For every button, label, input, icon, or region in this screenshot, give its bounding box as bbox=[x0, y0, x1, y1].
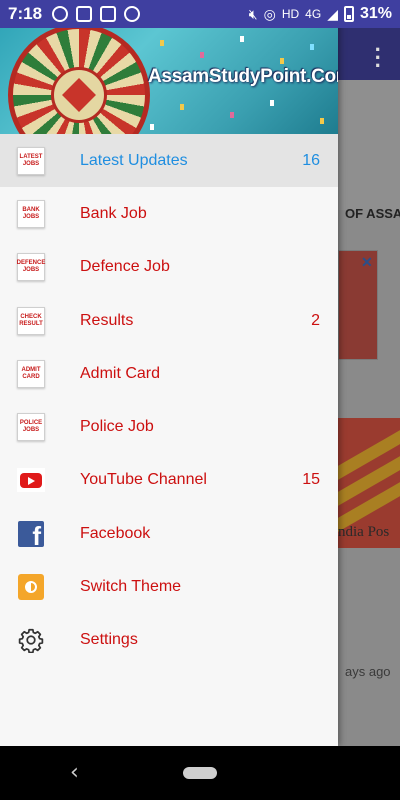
emblem-image bbox=[338, 80, 400, 210]
ad-close-icon[interactable]: ✕ bbox=[361, 254, 373, 271]
menu-item-label: Latest Updates bbox=[80, 151, 188, 169]
menu-item-settings[interactable]: Settings bbox=[0, 614, 338, 667]
police-jobs-icon: POLICE JOBS bbox=[17, 413, 45, 442]
menu-item-label: Bank Job bbox=[80, 204, 147, 222]
menu-item-label: Police Job bbox=[80, 418, 154, 436]
drawer-menu: LATEST JOBS Latest Updates 16 BANK JOBS Ba… bbox=[0, 134, 338, 667]
latest-jobs-icon: LATEST JOBS bbox=[17, 146, 45, 175]
mute-icon: 🔇︎ bbox=[248, 5, 258, 22]
menu-item-label: Facebook bbox=[80, 524, 151, 542]
status-bar: 7:18 🔇︎ ◎ HD 4G ◢ 31% bbox=[0, 0, 400, 28]
menu-item-count: 16 bbox=[302, 151, 320, 169]
defence-jobs-icon: DEFENCE JOBS bbox=[17, 253, 45, 282]
menu-item-bank-job[interactable]: BANK JOBS Bank Job bbox=[0, 187, 338, 240]
menu-item-results[interactable]: CHECK RESULT Results 2 bbox=[0, 294, 338, 347]
brand-title: AssamStudyPoint.Com bbox=[148, 66, 338, 87]
post-timestamp: ays ago bbox=[345, 664, 391, 679]
menu-item-latest-updates[interactable]: LATEST JOBS Latest Updates 16 bbox=[0, 134, 338, 188]
menu-item-youtube-channel[interactable]: YouTube Channel 15 bbox=[0, 454, 338, 507]
home-pill-icon[interactable] bbox=[183, 767, 217, 779]
hotspot-icon: ◎ bbox=[263, 5, 276, 22]
photo-icon bbox=[100, 6, 117, 22]
youtube-icon bbox=[17, 468, 45, 493]
screenshot-icon bbox=[76, 6, 93, 22]
navigation-drawer[interactable]: AssamStudyPoint.Com LATEST JOBS Latest Up… bbox=[0, 0, 338, 746]
network-type: HD bbox=[281, 7, 300, 21]
menu-item-police-job[interactable]: POLICE JOBS Police Job bbox=[0, 400, 338, 453]
facebook-icon: f bbox=[18, 520, 44, 547]
signal-type: 4G bbox=[305, 7, 322, 21]
signal-icon: ◢ bbox=[327, 5, 338, 22]
menu-item-defence-job[interactable]: DEFENCE JOBS Defence Job bbox=[0, 241, 338, 294]
system-navigation-bar: ‹ bbox=[0, 746, 400, 800]
status-time: 7:18 bbox=[8, 4, 43, 23]
overflow-menu-icon[interactable]: · · · bbox=[375, 39, 382, 77]
back-icon[interactable]: ‹ bbox=[70, 760, 79, 785]
post-caption: ndia Pos bbox=[338, 524, 390, 540]
menu-item-label: Results bbox=[80, 311, 134, 329]
menu-item-count: 2 bbox=[311, 311, 320, 329]
brand-logo bbox=[8, 24, 150, 134]
location-icon bbox=[124, 6, 141, 22]
menu-item-label: Admit Card bbox=[80, 364, 161, 382]
gear-icon bbox=[18, 629, 44, 654]
menu-item-facebook[interactable]: f Facebook bbox=[0, 507, 338, 560]
menu-item-label: YouTube Channel bbox=[80, 471, 207, 489]
sync-icon bbox=[52, 6, 69, 22]
menu-item-admit-card[interactable]: ADMIT CARD Admit Card bbox=[0, 347, 338, 400]
menu-item-label: Settings bbox=[80, 631, 138, 649]
bank-jobs-icon: BANK JOBS bbox=[17, 199, 45, 228]
theme-icon bbox=[18, 574, 44, 601]
emblem-caption: OF ASSAM bbox=[345, 206, 400, 221]
notification-icons bbox=[52, 6, 141, 22]
battery-icon bbox=[343, 6, 354, 22]
system-indicators: 🔇︎ ◎ HD 4G ◢ 31% bbox=[249, 5, 392, 23]
menu-item-count: 15 bbox=[302, 471, 320, 489]
admit-card-icon: ADMIT CARD bbox=[17, 359, 45, 388]
menu-item-switch-theme[interactable]: Switch Theme bbox=[0, 560, 338, 613]
check-result-icon: CHECK RESULT bbox=[17, 306, 45, 335]
menu-item-label: Switch Theme bbox=[80, 578, 182, 596]
menu-item-label: Defence Job bbox=[80, 258, 170, 276]
battery-level: 31% bbox=[359, 5, 392, 22]
